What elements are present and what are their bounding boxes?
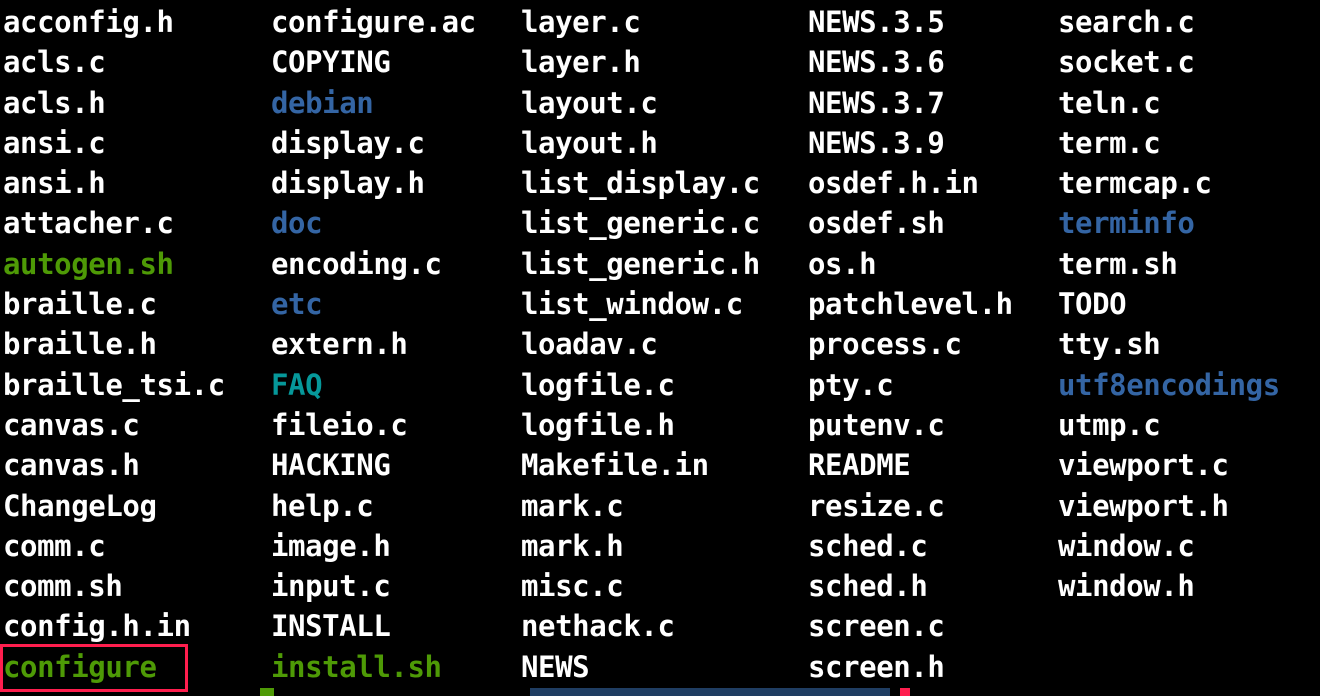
file-entry-list-display-c[interactable]: list_display.c: [521, 163, 760, 203]
file-entry-input-c[interactable]: input.c: [271, 566, 476, 606]
file-entry-fileio-c[interactable]: fileio.c: [271, 405, 476, 445]
directory-entry-debian[interactable]: debian: [271, 83, 476, 123]
file-entry-socket-c[interactable]: socket.c: [1058, 42, 1280, 82]
file-entry-acconfig-h[interactable]: acconfig.h: [3, 2, 225, 42]
file-entry-canvas-c[interactable]: canvas.c: [3, 405, 225, 445]
file-entry-layer-h[interactable]: layer.h: [521, 42, 760, 82]
file-entry-mark-c[interactable]: mark.c: [521, 486, 760, 526]
listing-column-5: search.c socket.c teln.c term.c termcap.c ter…: [1058, 2, 1280, 606]
file-entry-install[interactable]: INSTALL: [271, 606, 476, 646]
file-entry-hacking[interactable]: HACKING: [271, 445, 476, 485]
file-entry-sched-h[interactable]: sched.h: [808, 566, 1013, 606]
file-entry-display-c[interactable]: display.c: [271, 123, 476, 163]
terminal-window[interactable]: acconfig.h acls.c acls.h ansi.c ansi.h attach…: [0, 0, 1320, 696]
listing-column-3: layer.c layer.h layout.c layout.h list_displ…: [521, 2, 760, 687]
file-entry-termcap-c[interactable]: termcap.c: [1058, 163, 1280, 203]
file-entry-encoding-c[interactable]: encoding.c: [271, 244, 476, 284]
file-entry-list-generic-c[interactable]: list_generic.c: [521, 203, 760, 243]
file-entry-ansi-h[interactable]: ansi.h: [3, 163, 225, 203]
file-entry-list-generic-h[interactable]: list_generic.h: [521, 244, 760, 284]
directory-entry-terminfo[interactable]: terminfo: [1058, 203, 1280, 243]
file-entry-tty-sh[interactable]: tty.sh: [1058, 324, 1280, 364]
file-entry-resize-c[interactable]: resize.c: [808, 486, 1013, 526]
file-entry-window-c[interactable]: window.c: [1058, 526, 1280, 566]
file-entry-screen-h[interactable]: screen.h: [808, 647, 1013, 687]
file-entry-config-h-in[interactable]: config.h.in: [3, 606, 225, 646]
file-entry-term-sh[interactable]: term.sh: [1058, 244, 1280, 284]
file-entry-braille-c[interactable]: braille.c: [3, 284, 225, 324]
file-entry-configure-ac[interactable]: configure.ac: [271, 2, 476, 42]
file-entry-viewport-c[interactable]: viewport.c: [1058, 445, 1280, 485]
file-entry-misc-c[interactable]: misc.c: [521, 566, 760, 606]
cut-glyph-fragment: [530, 688, 890, 696]
file-entry-osdef-h-in[interactable]: osdef.h.in: [808, 163, 1013, 203]
executable-entry-configure[interactable]: configure: [3, 647, 225, 687]
file-entry-window-h[interactable]: window.h: [1058, 566, 1280, 606]
file-entry-teln-c[interactable]: teln.c: [1058, 83, 1280, 123]
listing-column-2: configure.ac COPYING debian display.c displa…: [271, 2, 476, 687]
file-entry-loadav-c[interactable]: loadav.c: [521, 324, 760, 364]
file-entry-ansi-c[interactable]: ansi.c: [3, 123, 225, 163]
file-entry-sched-c[interactable]: sched.c: [808, 526, 1013, 566]
file-entry-news-3-7[interactable]: NEWS.3.7: [808, 83, 1013, 123]
directory-entry-etc[interactable]: etc: [271, 284, 476, 324]
file-entry-acls-c[interactable]: acls.c: [3, 42, 225, 82]
executable-entry-install-sh[interactable]: install.sh: [271, 647, 476, 687]
directory-entry-doc[interactable]: doc: [271, 203, 476, 243]
file-entry-logfile-c[interactable]: logfile.c: [521, 365, 760, 405]
file-entry-list-window-c[interactable]: list_window.c: [521, 284, 760, 324]
file-entry-comm-c[interactable]: comm.c: [3, 526, 225, 566]
cut-glyph-fragment: [260, 688, 274, 696]
file-entry-patchlevel-h[interactable]: patchlevel.h: [808, 284, 1013, 324]
directory-entry-utf8encodings[interactable]: utf8encodings: [1058, 365, 1280, 405]
file-entry-osdef-sh[interactable]: osdef.sh: [808, 203, 1013, 243]
file-entry-display-h[interactable]: display.h: [271, 163, 476, 203]
file-entry-os-h[interactable]: os.h: [808, 244, 1013, 284]
file-entry-process-c[interactable]: process.c: [808, 324, 1013, 364]
file-entry-search-c[interactable]: search.c: [1058, 2, 1280, 42]
file-entry-canvas-h[interactable]: canvas.h: [3, 445, 225, 485]
file-entry-news-3-5[interactable]: NEWS.3.5: [808, 2, 1013, 42]
file-entry-braille-tsi-c[interactable]: braille_tsi.c: [3, 365, 225, 405]
file-entry-readme[interactable]: README: [808, 445, 1013, 485]
listing-column-1: acconfig.h acls.c acls.h ansi.c ansi.h attach…: [3, 2, 225, 687]
cut-glyph-fragment: [900, 688, 910, 696]
file-entry-mark-h[interactable]: mark.h: [521, 526, 760, 566]
file-entry-todo[interactable]: TODO: [1058, 284, 1280, 324]
file-entry-pty-c[interactable]: pty.c: [808, 365, 1013, 405]
file-entry-attacher-c[interactable]: attacher.c: [3, 203, 225, 243]
file-entry-copying[interactable]: COPYING: [271, 42, 476, 82]
file-entry-layout-h[interactable]: layout.h: [521, 123, 760, 163]
file-entry-term-c[interactable]: term.c: [1058, 123, 1280, 163]
file-entry-screen-c[interactable]: screen.c: [808, 606, 1013, 646]
file-entry-image-h[interactable]: image.h: [271, 526, 476, 566]
file-entry-extern-h[interactable]: extern.h: [271, 324, 476, 364]
file-entry-news-3-9[interactable]: NEWS.3.9: [808, 123, 1013, 163]
partially-visible-next-line: [0, 688, 1320, 696]
file-entry-help-c[interactable]: help.c: [271, 486, 476, 526]
file-entry-news[interactable]: NEWS: [521, 647, 760, 687]
executable-entry-autogen-sh[interactable]: autogen.sh: [3, 244, 225, 284]
file-entry-utmp-c[interactable]: utmp.c: [1058, 405, 1280, 445]
file-entry-logfile-h[interactable]: logfile.h: [521, 405, 760, 445]
file-entry-acls-h[interactable]: acls.h: [3, 83, 225, 123]
symlink-entry-faq[interactable]: FAQ: [271, 365, 476, 405]
file-entry-news-3-6[interactable]: NEWS.3.6: [808, 42, 1013, 82]
file-entry-nethack-c[interactable]: nethack.c: [521, 606, 760, 646]
file-entry-makefile-in[interactable]: Makefile.in: [521, 445, 760, 485]
file-entry-braille-h[interactable]: braille.h: [3, 324, 225, 364]
file-entry-layout-c[interactable]: layout.c: [521, 83, 760, 123]
file-entry-comm-sh[interactable]: comm.sh: [3, 566, 225, 606]
listing-column-4: NEWS.3.5 NEWS.3.6 NEWS.3.7 NEWS.3.9 osdef.h.…: [808, 2, 1013, 687]
file-entry-viewport-h[interactable]: viewport.h: [1058, 486, 1280, 526]
file-entry-changelog[interactable]: ChangeLog: [3, 486, 225, 526]
file-entry-putenv-c[interactable]: putenv.c: [808, 405, 1013, 445]
file-entry-layer-c[interactable]: layer.c: [521, 2, 760, 42]
